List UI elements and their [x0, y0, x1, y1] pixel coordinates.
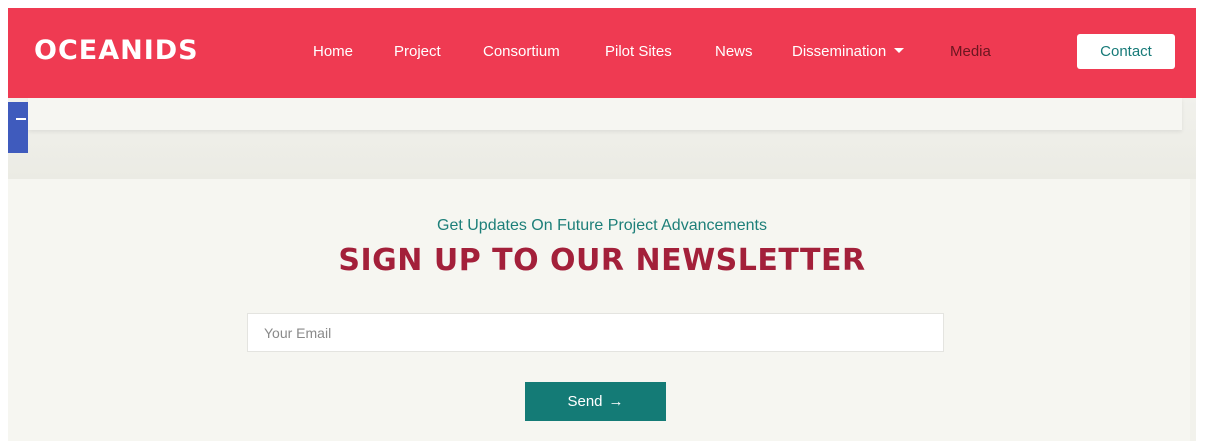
email-input[interactable]: [247, 313, 944, 352]
nav-item-news[interactable]: News: [715, 43, 753, 61]
site-logo[interactable]: OCEANIDS: [34, 36, 199, 66]
page: OCEANIDS Home Project Consortium Pilot S…: [0, 0, 1205, 441]
send-button[interactable]: Send →: [525, 382, 666, 421]
send-button-label: Send: [567, 393, 603, 410]
arrow-right-icon: →: [608, 393, 624, 410]
side-tab[interactable]: [8, 102, 28, 153]
nav-item-dissemination-label: Dissemination: [792, 43, 887, 60]
contact-button[interactable]: Contact: [1077, 34, 1175, 69]
nav-item-dissemination[interactable]: Dissemination: [792, 43, 905, 61]
caret-down-icon: [894, 48, 905, 53]
nav-item-media[interactable]: Media: [950, 43, 991, 61]
newsletter-subtitle: Get Updates On Future Project Advancemen…: [437, 217, 767, 234]
site-header: OCEANIDS Home Project Consortium Pilot S…: [8, 8, 1196, 98]
nav-item-home[interactable]: Home: [313, 43, 353, 61]
newsletter-title: SIGN UP TO OUR NEWSLETTER: [338, 243, 866, 278]
side-tab-icon: [16, 118, 26, 120]
nav-item-consortium[interactable]: Consortium: [483, 43, 560, 61]
nav-item-project[interactable]: Project: [394, 43, 441, 61]
nav-item-pilot-sites[interactable]: Pilot Sites: [605, 43, 672, 61]
upper-card: [28, 98, 1182, 130]
